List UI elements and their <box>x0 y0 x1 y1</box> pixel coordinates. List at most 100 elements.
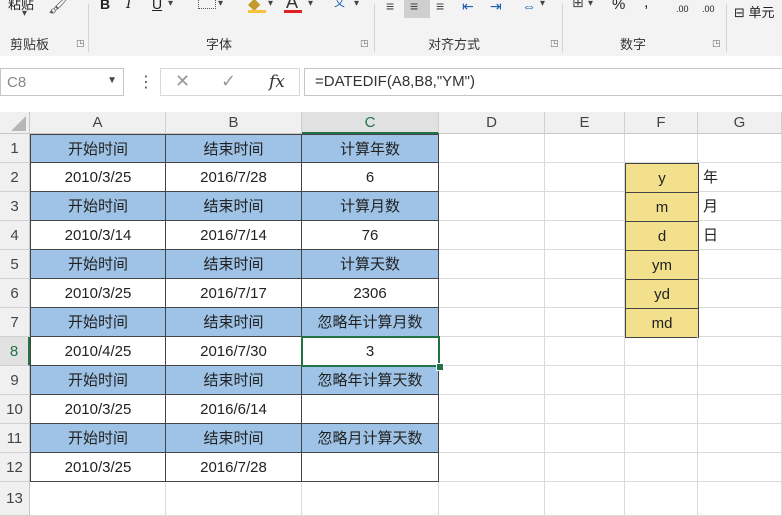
cell-e10[interactable] <box>545 395 625 424</box>
row-header-13[interactable]: 13 <box>0 482 30 516</box>
cell-styles-button[interactable]: ⊟ 单元 <box>734 2 775 21</box>
cell-a9[interactable]: 开始时间 <box>30 366 166 395</box>
cell-e8[interactable] <box>545 337 625 366</box>
format-painter-icon[interactable]: 🖌 <box>48 0 68 16</box>
cell-e9[interactable] <box>545 366 625 395</box>
cell-e12[interactable] <box>545 453 625 482</box>
cell-g12[interactable] <box>698 453 782 482</box>
fill-color-dropdown-icon[interactable]: ▾ <box>268 0 273 9</box>
column-header-b[interactable]: B <box>166 112 302 134</box>
fill-handle[interactable] <box>436 363 444 371</box>
align-right-icon[interactable]: ≡ <box>436 0 444 14</box>
cell-e6[interactable] <box>545 279 625 308</box>
cell-f12[interactable] <box>625 453 698 482</box>
cell-f9[interactable] <box>625 366 698 395</box>
accounting-format-icon[interactable]: ⊞ <box>572 0 584 11</box>
cell-a10[interactable]: 2010/3/25 <box>30 395 166 424</box>
cell-c1[interactable]: 计算年数 <box>302 134 439 163</box>
cell-g3[interactable]: 月 <box>699 192 782 221</box>
cell-e3[interactable] <box>545 192 625 221</box>
cell-e13[interactable] <box>545 482 625 516</box>
cell-g4[interactable]: 日 <box>699 221 782 250</box>
cell-b1[interactable]: 结束时间 <box>166 134 302 163</box>
cell-d4[interactable] <box>439 221 545 250</box>
cell-c9[interactable]: 忽略年计算天数 <box>302 366 439 395</box>
cell-c10[interactable] <box>302 395 439 424</box>
formula-input[interactable]: =DATEDIF(A8,B8,"YM") <box>304 68 782 96</box>
cell-a6[interactable]: 2010/3/25 <box>30 279 166 308</box>
column-header-a[interactable]: A <box>30 112 166 134</box>
cell-g13[interactable] <box>698 482 782 516</box>
cell-d5[interactable] <box>439 250 545 279</box>
cell-f2[interactable]: y <box>625 163 699 193</box>
decrease-decimal-button[interactable]: .00 <box>702 4 715 14</box>
enter-icon[interactable]: ✓ <box>221 71 236 92</box>
row-header-7[interactable]: 7 <box>0 308 30 337</box>
decrease-indent-icon[interactable]: ⇤ <box>462 0 474 15</box>
underline-dropdown-icon[interactable]: ▾ <box>168 0 173 9</box>
row-header-3[interactable]: 3 <box>0 192 30 221</box>
accounting-dropdown-icon[interactable]: ▾ <box>588 0 593 9</box>
cell-f13[interactable] <box>625 482 698 516</box>
column-header-e[interactable]: E <box>545 112 625 134</box>
cell-b12[interactable]: 2016/7/28 <box>166 453 302 482</box>
row-header-9[interactable]: 9 <box>0 366 30 395</box>
clipboard-launcher-icon[interactable]: ◳ <box>76 38 85 49</box>
italic-button[interactable]: I <box>126 0 132 12</box>
cell-a7[interactable]: 开始时间 <box>30 308 166 337</box>
number-launcher-icon[interactable]: ◳ <box>712 38 721 49</box>
cell-f5[interactable]: ym <box>625 250 699 280</box>
cell-e5[interactable] <box>545 250 625 279</box>
cell-g1[interactable] <box>698 134 782 163</box>
column-header-d[interactable]: D <box>439 112 545 134</box>
row-header-6[interactable]: 6 <box>0 279 30 308</box>
bold-button[interactable]: B <box>100 0 110 12</box>
cell-a5[interactable]: 开始时间 <box>30 250 166 279</box>
row-header-10[interactable]: 10 <box>0 395 30 424</box>
row-header-8[interactable]: 8 <box>0 337 30 366</box>
cell-d7[interactable] <box>439 308 545 337</box>
cell-d13[interactable] <box>439 482 545 516</box>
formula-bar-grip-icon[interactable]: ⋮ <box>138 72 154 92</box>
cell-b9[interactable]: 结束时间 <box>166 366 302 395</box>
row-header-1[interactable]: 1 <box>0 134 30 163</box>
cell-g5[interactable] <box>699 250 782 279</box>
cell-c5[interactable]: 计算天数 <box>302 250 439 279</box>
cell-c3[interactable]: 计算月数 <box>302 192 439 221</box>
cell-c11[interactable]: 忽略月计算天数 <box>302 424 439 453</box>
cell-a8[interactable]: 2010/4/25 <box>30 337 166 366</box>
cell-b4[interactable]: 2016/7/14 <box>166 221 302 250</box>
cell-f6[interactable]: yd <box>625 279 699 309</box>
name-box[interactable]: C8 ▼ <box>0 68 124 96</box>
cell-g10[interactable] <box>698 395 782 424</box>
border-dropdown-icon[interactable]: ▾ <box>218 0 223 9</box>
cell-a13[interactable] <box>30 482 166 516</box>
cell-e2[interactable] <box>545 163 625 192</box>
increase-decimal-button[interactable]: .00 <box>676 4 689 14</box>
cell-f11[interactable] <box>625 424 698 453</box>
insert-function-icon[interactable]: fx <box>269 72 285 92</box>
cell-g9[interactable] <box>698 366 782 395</box>
cell-b7[interactable]: 结束时间 <box>166 308 302 337</box>
cell-c2[interactable]: 6 <box>302 163 439 192</box>
cell-g8[interactable] <box>698 337 782 366</box>
paste-button[interactable]: 粘贴 <box>8 0 34 13</box>
cancel-icon[interactable]: ✕ <box>175 71 190 92</box>
cell-a4[interactable]: 2010/3/14 <box>30 221 166 250</box>
cell-c7[interactable]: 忽略年计算月数 <box>302 308 439 337</box>
cell-d8[interactable] <box>439 337 545 366</box>
row-header-4[interactable]: 4 <box>0 221 30 250</box>
cell-f4[interactable]: d <box>625 221 699 251</box>
worksheet-grid[interactable]: A B C D E F G 1 开始时间 结束时间 计算年数 2 2010/3/25 2016/7/28 6… <box>0 112 782 516</box>
row-header-5[interactable]: 5 <box>0 250 30 279</box>
cell-a3[interactable]: 开始时间 <box>30 192 166 221</box>
row-header-12[interactable]: 12 <box>0 453 30 482</box>
row-header-2[interactable]: 2 <box>0 163 30 192</box>
cell-b6[interactable]: 2016/7/17 <box>166 279 302 308</box>
column-header-g[interactable]: G <box>698 112 782 134</box>
row-header-11[interactable]: 11 <box>0 424 30 453</box>
cell-a12[interactable]: 2010/3/25 <box>30 453 166 482</box>
align-left-icon[interactable]: ≡ <box>386 0 394 14</box>
select-all-button[interactable] <box>0 112 30 134</box>
name-box-dropdown-icon[interactable]: ▼ <box>107 75 117 86</box>
